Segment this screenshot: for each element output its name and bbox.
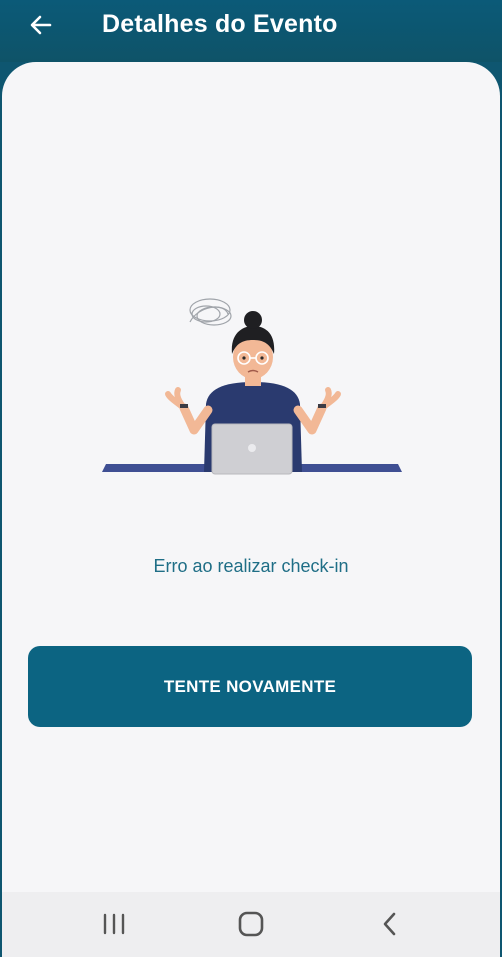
error-message: Erro ao realizar check-in xyxy=(153,556,349,576)
system-back-button[interactable] xyxy=(370,906,410,942)
arrow-left-icon xyxy=(30,15,52,35)
app-bar: Detalhes do Evento xyxy=(0,0,502,62)
recent-apps-button[interactable] xyxy=(94,906,134,942)
home-button[interactable] xyxy=(231,906,271,942)
page-title: Detalhes do Evento xyxy=(102,10,338,38)
system-nav-bar xyxy=(2,892,500,957)
back-button[interactable] xyxy=(24,8,58,42)
confused-woman-illustration xyxy=(102,298,402,475)
confusion-scribble-icon xyxy=(189,298,232,326)
recent-apps-icon xyxy=(103,913,125,935)
retry-button[interactable]: TENTE NOVAMENTE xyxy=(28,646,472,727)
content-card: Erro ao realizar check-in TENTE NOVAMENT… xyxy=(2,62,500,892)
home-icon xyxy=(238,911,264,937)
back-chevron-icon xyxy=(383,912,396,936)
